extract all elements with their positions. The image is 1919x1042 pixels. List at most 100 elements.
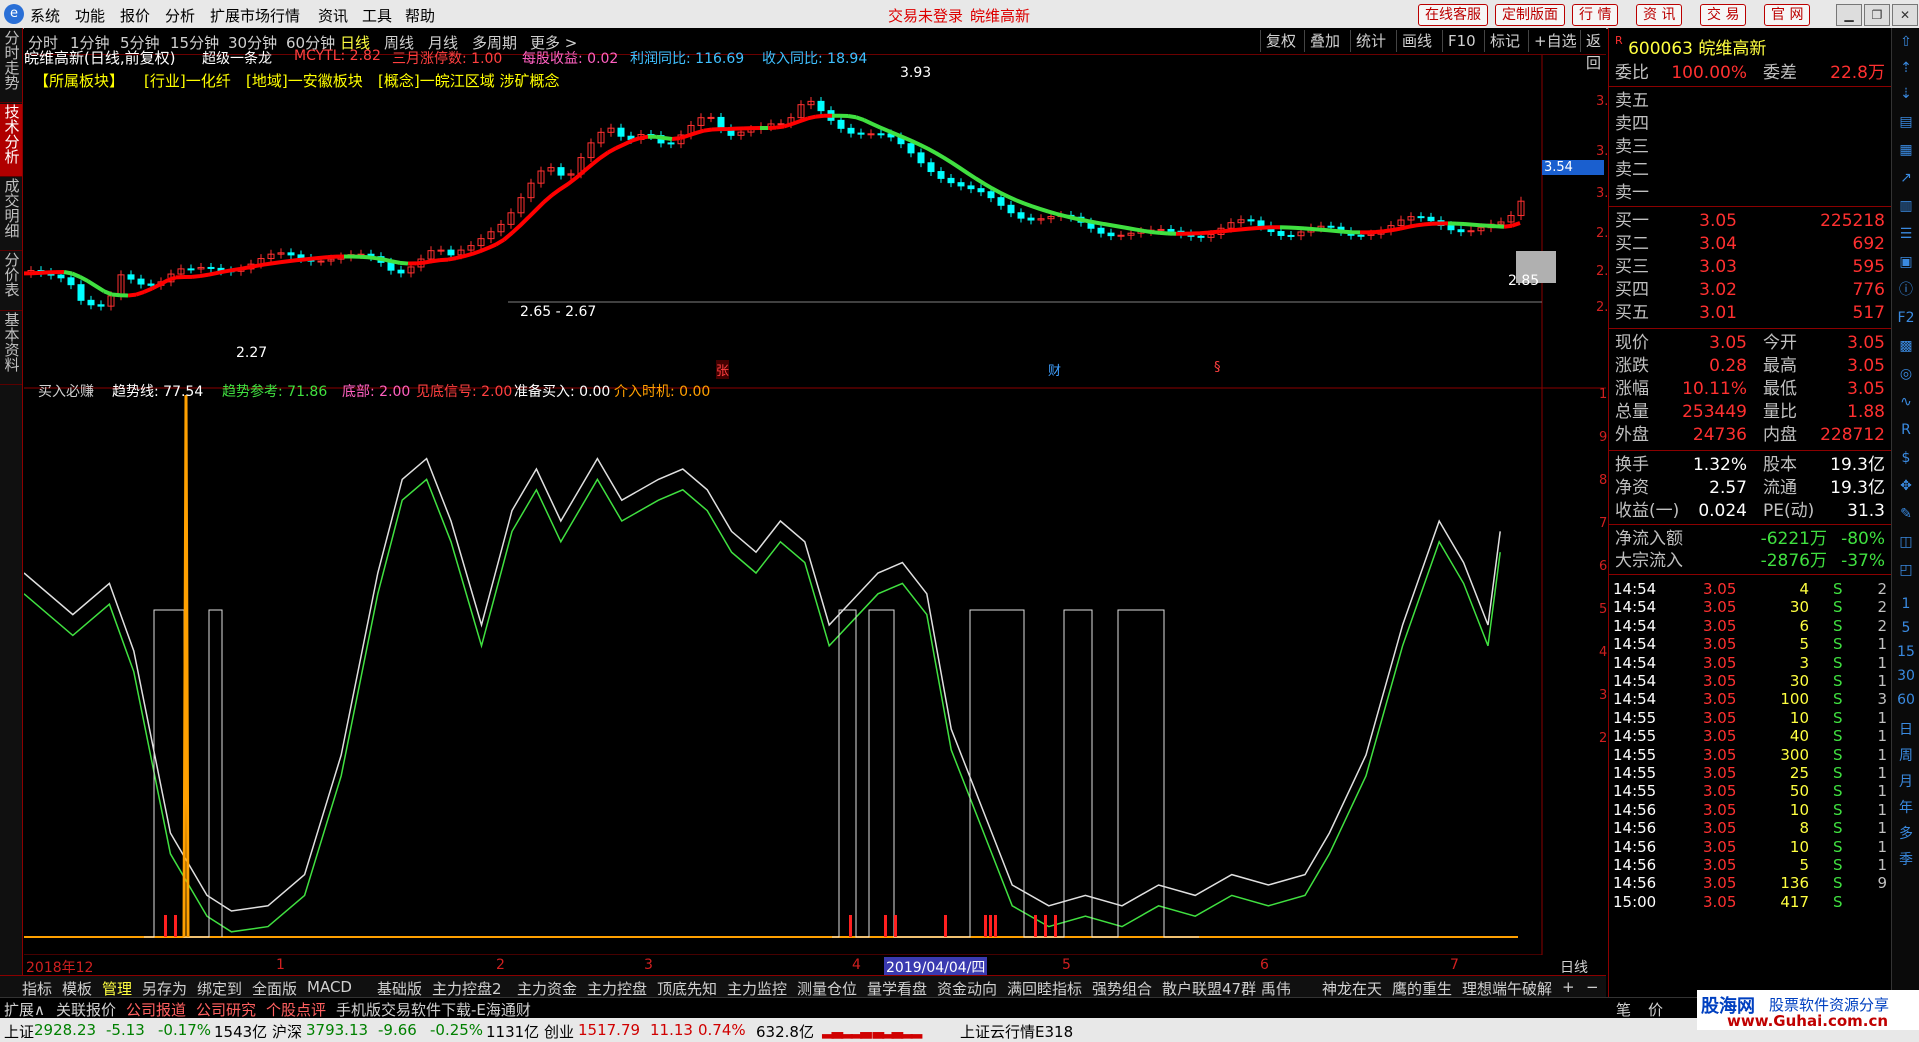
sector-concept[interactable]: [概念]一皖江区域 涉矿概念 bbox=[378, 70, 559, 91]
mobile-download-link[interactable]: 手机版交易软件下载-E海通财 bbox=[336, 999, 531, 1020]
menu-help[interactable]: 帮助 bbox=[405, 5, 435, 26]
table-icon[interactable]: ▦ bbox=[1896, 140, 1916, 160]
indicator-tab[interactable]: 模板 bbox=[62, 978, 92, 999]
news-button[interactable]: 资 讯 bbox=[1636, 4, 1683, 26]
layers-icon[interactable]: ◫ bbox=[1896, 532, 1916, 552]
indicator-tab[interactable]: 满回睦指标 bbox=[1007, 978, 1082, 999]
arrow-down-icon[interactable]: ⇣ bbox=[1896, 84, 1916, 104]
num-30-icon[interactable]: 30 bbox=[1896, 666, 1916, 686]
info-icon[interactable]: ⓘ bbox=[1896, 280, 1916, 300]
related-quotes-link[interactable]: 关联报价 bbox=[56, 999, 116, 1020]
index-cy-name[interactable]: 创业 bbox=[544, 1021, 574, 1042]
indicator-tab[interactable]: 理想端午破解 bbox=[1462, 978, 1552, 999]
custom-layout-button[interactable]: 定制版面 bbox=[1495, 4, 1565, 26]
buy-row[interactable]: 买一 3.05 225218 bbox=[1613, 210, 1887, 233]
sector-region[interactable]: [地域]一安徽板块 bbox=[246, 70, 363, 91]
overlay-button[interactable]: 叠加 bbox=[1304, 30, 1345, 52]
indicator-tab[interactable]: 另存为 bbox=[142, 978, 187, 999]
day-icon[interactable]: 日 bbox=[1896, 720, 1916, 740]
season-icon[interactable]: 季 bbox=[1896, 850, 1916, 870]
indicator-tab[interactable]: 量学看盘 bbox=[867, 978, 927, 999]
multi-icon[interactable]: 多 bbox=[1896, 824, 1916, 844]
pen-icon[interactable]: ✎ bbox=[1896, 504, 1916, 524]
chart-area[interactable]: 皖维高新(日线,前复权) 超级一条龙 MCYTL: 2.82 三月涨停数: 1.… bbox=[24, 48, 1636, 975]
index-sh-name[interactable]: 上证 bbox=[4, 1021, 34, 1042]
trade-button[interactable]: 交 易 bbox=[1700, 4, 1747, 26]
scroll-up-icon[interactable]: ⇧ bbox=[1896, 32, 1916, 52]
money-icon[interactable]: $ bbox=[1896, 448, 1916, 468]
chart-icon[interactable]: ▤ bbox=[1896, 112, 1916, 132]
official-site-button[interactable]: 官 网 bbox=[1764, 4, 1811, 26]
stock-review-link[interactable]: 个股点评 bbox=[266, 999, 326, 1020]
indicator-tab[interactable]: 神龙在天 bbox=[1322, 978, 1382, 999]
num-1-icon[interactable]: 1 bbox=[1896, 594, 1916, 614]
tab-intraday[interactable]: 分时走势 bbox=[0, 30, 22, 103]
back-button[interactable]: 返回 bbox=[1580, 30, 1606, 72]
online-service-button[interactable]: 在线客服 bbox=[1418, 4, 1488, 26]
sector-industry[interactable]: [行业]一化纤 bbox=[144, 70, 231, 91]
year-icon[interactable]: 年 bbox=[1896, 798, 1916, 818]
menu-extended[interactable]: 扩展市场行情 bbox=[210, 5, 300, 26]
indicator-tab[interactable]: 主力资金 bbox=[517, 978, 577, 999]
finance-marker[interactable]: 财 bbox=[1048, 360, 1061, 379]
indicator-tab[interactable]: MACD bbox=[307, 978, 352, 996]
event-marker[interactable]: § bbox=[1214, 360, 1221, 375]
tab-basic-info[interactable]: 基本资料 bbox=[0, 312, 22, 385]
indicator-tab[interactable]: 主力控盘2 bbox=[432, 978, 502, 999]
quote-button[interactable]: 行 情 bbox=[1572, 4, 1619, 26]
indicator-tab[interactable]: 强势组合 bbox=[1092, 978, 1152, 999]
menu-function[interactable]: 功能 bbox=[75, 5, 105, 26]
sub-indicator-name[interactable]: 买入必赚 bbox=[38, 381, 94, 401]
buy-row[interactable]: 买五 3.01 517 bbox=[1613, 302, 1887, 325]
trend-icon[interactable]: ↗ bbox=[1896, 168, 1916, 188]
limit-up-marker[interactable]: 张 bbox=[716, 360, 730, 379]
tab-trades[interactable]: 成交明细 bbox=[0, 178, 22, 251]
menu-quote[interactable]: 报价 bbox=[120, 5, 150, 26]
window-icon[interactable]: ◰ bbox=[1896, 560, 1916, 580]
month-icon[interactable]: 月 bbox=[1896, 772, 1916, 792]
index-hs-name[interactable]: 沪深 bbox=[272, 1021, 302, 1042]
indicator-tab[interactable]: 绑定到 bbox=[197, 978, 242, 999]
wave-icon[interactable]: ∿ bbox=[1896, 392, 1916, 412]
indicator-tab[interactable]: 基础版 bbox=[377, 978, 422, 999]
num-5-icon[interactable]: 5 bbox=[1896, 618, 1916, 638]
bars-icon[interactable]: ▥ bbox=[1896, 196, 1916, 216]
statistics-button[interactable]: 统计 bbox=[1350, 30, 1391, 52]
buy-row[interactable]: 买三 3.03 595 bbox=[1613, 256, 1887, 279]
menu-system[interactable]: 系统 bbox=[30, 5, 60, 26]
menu-tools[interactable]: 工具 bbox=[362, 5, 392, 26]
num-15-icon[interactable]: 15 bbox=[1896, 642, 1916, 662]
zoom-in-button[interactable]: + bbox=[1562, 978, 1575, 996]
indicator-tab[interactable]: 散户联盟47群 禹伟 bbox=[1162, 978, 1291, 999]
indicator-tab[interactable]: 测量仓位 bbox=[797, 978, 857, 999]
indicator-tab[interactable]: 全面版 bbox=[252, 978, 297, 999]
indicator-tab[interactable]: 鹰的重生 bbox=[1392, 978, 1452, 999]
indicator-tab[interactable]: 主力监控 bbox=[727, 978, 787, 999]
mark-button[interactable]: 标记 bbox=[1484, 30, 1525, 52]
zoom-out-button[interactable]: − bbox=[1586, 978, 1599, 996]
company-research-link[interactable]: 公司研究 bbox=[196, 999, 256, 1020]
buy-row[interactable]: 买四 3.02 776 bbox=[1613, 279, 1887, 302]
price-tab[interactable]: 价 bbox=[1648, 999, 1663, 1020]
ticks-tab[interactable]: 笔 bbox=[1616, 999, 1631, 1020]
minimize-icon[interactable]: ▁ bbox=[1836, 4, 1862, 26]
indicator-tab[interactable]: 资金动向 bbox=[937, 978, 997, 999]
doc-icon[interactable]: ▣ bbox=[1896, 252, 1916, 272]
restore-rights-button[interactable]: 复权 bbox=[1260, 30, 1301, 52]
arrow-up-icon[interactable]: ⇡ bbox=[1896, 58, 1916, 78]
indicator-tab[interactable]: 管理 bbox=[102, 978, 132, 999]
tab-price-table[interactable]: 分价表 bbox=[0, 252, 22, 311]
grid-icon[interactable]: ▩ bbox=[1896, 336, 1916, 356]
indicator-name[interactable]: 超级一条龙 bbox=[202, 48, 272, 68]
f2-icon[interactable]: F2 bbox=[1896, 308, 1916, 328]
buy-row[interactable]: 买二 3.04 692 bbox=[1613, 233, 1887, 256]
restore-icon[interactable]: ❐ bbox=[1864, 4, 1890, 26]
list-icon[interactable]: ☰ bbox=[1896, 224, 1916, 244]
num-60-icon[interactable]: 60 bbox=[1896, 690, 1916, 710]
close-icon[interactable]: ✕ bbox=[1892, 4, 1918, 26]
rsi-icon[interactable]: R bbox=[1896, 420, 1916, 440]
week-icon[interactable]: 周 bbox=[1896, 746, 1916, 766]
expand-button[interactable]: 扩展∧ bbox=[4, 999, 45, 1020]
move-icon[interactable]: ✥ bbox=[1896, 476, 1916, 496]
indicator-tab[interactable]: 指标 bbox=[22, 978, 52, 999]
